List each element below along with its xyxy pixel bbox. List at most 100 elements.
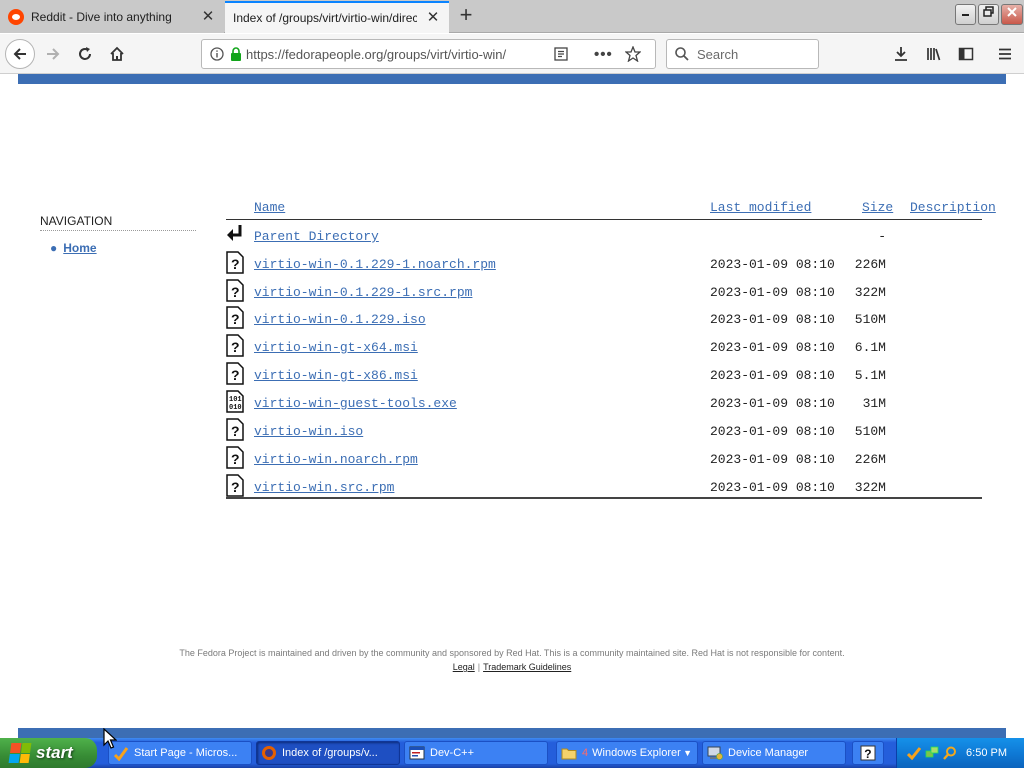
url-bar[interactable]: https://fedorapeople.org/groups/virt/vir… xyxy=(201,39,656,69)
plus-icon[interactable]: + xyxy=(454,4,478,28)
sidebar-icon[interactable] xyxy=(951,39,981,69)
tab-reddit[interactable]: Reddit - Dive into anything ✕ xyxy=(0,1,224,33)
file-row: ? virtio-win.noarch.rpm 2023-01-09 08:10… xyxy=(226,446,1006,474)
file-modified: 2023-01-09 08:10 xyxy=(710,312,835,327)
lock-icon xyxy=(230,47,242,61)
page-actions-icon[interactable]: ••• xyxy=(594,46,613,63)
svg-text:?: ? xyxy=(231,256,240,272)
menu-icon[interactable] xyxy=(990,39,1020,69)
info-icon[interactable] xyxy=(210,47,224,61)
file-link[interactable]: virtio-win-0.1.229-1.src.rpm xyxy=(254,285,472,300)
start-label: start xyxy=(36,743,73,762)
folder-icon xyxy=(561,745,577,761)
unknown-file-icon: ? xyxy=(226,306,246,330)
sort-by-modified-link[interactable]: Last modified xyxy=(710,200,811,215)
windows-logo-icon xyxy=(8,743,32,763)
file-row: 101 010 virtio-win-guest-tools.exe 2023-0… xyxy=(226,390,1006,418)
taskbar-item-firefox[interactable]: Index of /groups/v... xyxy=(256,741,400,765)
svg-text:?: ? xyxy=(231,479,240,495)
window-count: 4 xyxy=(582,747,589,759)
taskbar-item-dev-cpp[interactable]: Dev-C++ xyxy=(404,741,548,765)
file-link[interactable]: virtio-win-gt-x64.msi xyxy=(254,340,418,355)
unknown-file-icon: ? xyxy=(226,251,246,275)
taskbar-label: Start Page - Micros... xyxy=(134,747,238,759)
taskbar: start Start Page - Micros... Index of /g… xyxy=(0,738,1024,768)
sort-by-name-link[interactable]: Name xyxy=(254,200,285,215)
taskbar-item-start-page[interactable]: Start Page - Micros... xyxy=(108,741,252,765)
file-modified: 2023-01-09 08:10 xyxy=(710,285,835,300)
library-icon[interactable] xyxy=(919,39,949,69)
download-icon[interactable] xyxy=(886,39,916,69)
separator: | xyxy=(477,662,481,672)
bookmark-star-icon[interactable] xyxy=(624,45,642,63)
file-link[interactable]: virtio-win-guest-tools.exe xyxy=(254,396,457,411)
search-bar[interactable] xyxy=(666,39,819,69)
file-link[interactable]: virtio-win.iso xyxy=(254,424,363,439)
sort-by-description-link[interactable]: Description xyxy=(910,200,996,215)
column-header-name: Name xyxy=(254,200,285,215)
reddit-icon xyxy=(8,9,24,25)
close-icon[interactable] xyxy=(1001,4,1023,25)
file-link[interactable]: virtio-win-0.1.229.iso xyxy=(254,312,426,327)
taskbar-item-device-manager[interactable]: Device Manager xyxy=(702,741,846,765)
svg-text:101: 101 xyxy=(229,396,242,404)
parent-directory-row: Parent Directory - xyxy=(226,223,1006,251)
home-icon[interactable] xyxy=(102,39,132,69)
home-link[interactable]: Home xyxy=(63,241,96,255)
mouse-cursor-icon xyxy=(103,727,118,750)
file-row: ? virtio-win-gt-x86.msi 2023-01-09 08:10… xyxy=(226,362,1006,390)
svg-text:010: 010 xyxy=(229,404,242,412)
file-size: 510M xyxy=(854,312,886,327)
url-text: https://fedorapeople.org/groups/virt/vir… xyxy=(246,46,507,62)
system-tray: 6:50 PM xyxy=(896,738,1024,768)
file-row: ? virtio-win-0.1.229-1.noarch.rpm 2023-0… xyxy=(226,251,1006,279)
file-size: 322M xyxy=(854,480,886,495)
trademark-guidelines-link[interactable]: Trademark Guidelines xyxy=(483,662,571,672)
forward-arrow-icon[interactable] xyxy=(38,39,68,69)
taskbar-item-windows-explorer[interactable]: 4 Windows Explorer ▼ xyxy=(556,741,698,765)
svg-text:?: ? xyxy=(231,284,240,300)
network-icon[interactable] xyxy=(925,746,939,760)
file-modified: 2023-01-09 08:10 xyxy=(710,257,835,272)
file-size: 226M xyxy=(854,452,886,467)
file-size: 6.1M xyxy=(854,340,886,355)
file-modified: 2023-01-09 08:10 xyxy=(710,340,835,355)
unknown-file-icon: ? xyxy=(226,418,246,442)
parent-directory-link[interactable]: Parent Directory xyxy=(254,229,379,244)
svg-text:?: ? xyxy=(231,339,240,355)
help-icon[interactable]: ? xyxy=(852,741,884,765)
file-link[interactable]: virtio-win-0.1.229-1.noarch.rpm xyxy=(254,257,496,272)
back-arrow-icon[interactable] xyxy=(5,39,35,69)
search-tray-icon[interactable] xyxy=(943,746,957,760)
minimize-icon[interactable] xyxy=(955,4,976,25)
file-row: ? virtio-win-0.1.229-1.src.rpm 2023-01-0… xyxy=(226,279,1006,307)
clock: 6:50 PM xyxy=(966,747,1007,759)
file-size: 31M xyxy=(862,396,886,411)
reload-icon[interactable] xyxy=(70,39,100,69)
column-header-modified: Last modified xyxy=(710,200,811,215)
file-row: ? virtio-win-gt-x64.msi 2023-01-09 08:10… xyxy=(226,334,1006,362)
column-header-size: Size xyxy=(862,200,893,215)
file-link[interactable]: virtio-win-gt-x86.msi xyxy=(254,368,418,383)
taskbar-label: Windows Explorer xyxy=(592,747,681,759)
svg-text:?: ? xyxy=(864,747,871,761)
file-link[interactable]: virtio-win.src.rpm xyxy=(254,480,394,495)
file-modified: 2023-01-09 08:10 xyxy=(710,424,835,439)
file-link[interactable]: virtio-win.noarch.rpm xyxy=(254,452,418,467)
header-bar xyxy=(18,74,1006,84)
search-input[interactable] xyxy=(697,46,807,62)
legal-link[interactable]: Legal xyxy=(453,662,475,672)
chevron-down-icon: ▼ xyxy=(683,748,692,758)
tab-index[interactable]: Index of /groups/virt/virtio-win/direct-… xyxy=(225,1,449,33)
unknown-file-icon: ? xyxy=(226,334,246,358)
tab-strip: Reddit - Dive into anything ✕ Index of /… xyxy=(0,0,1024,33)
close-tab-icon[interactable]: ✕ xyxy=(425,10,441,26)
sort-by-size-link[interactable]: Size xyxy=(862,200,893,215)
reader-view-icon[interactable] xyxy=(554,47,568,61)
file-size: - xyxy=(878,229,886,244)
dev-cpp-tray-icon[interactable] xyxy=(906,746,922,761)
close-tab-icon[interactable]: ✕ xyxy=(200,9,216,25)
start-button[interactable]: start xyxy=(0,738,97,768)
file-size: 5.1M xyxy=(854,368,886,383)
restore-icon[interactable] xyxy=(978,4,999,25)
